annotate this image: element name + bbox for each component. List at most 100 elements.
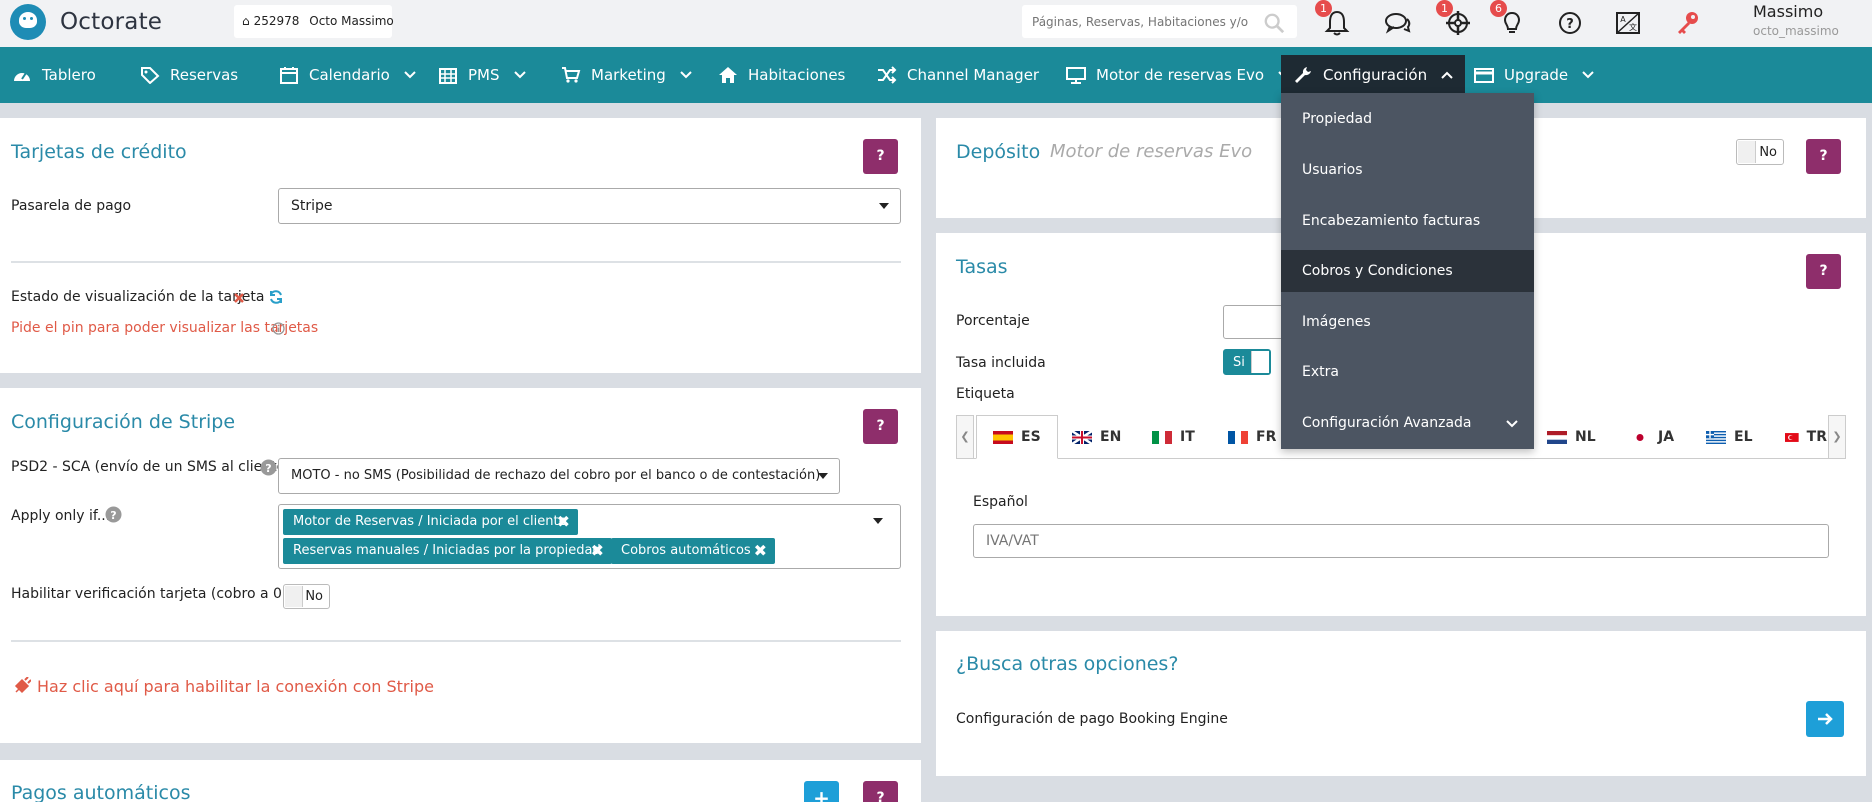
arrow-right-icon	[1818, 713, 1833, 725]
taxes-help-button[interactable]: ?	[1806, 254, 1841, 289]
apply-tag-auto[interactable]: Cobros automáticos ✖	[611, 538, 775, 564]
nav-calendario[interactable]: Calendario	[279, 47, 416, 103]
percentage-label: Porcentaje	[956, 313, 1030, 329]
stripe-config-title: Configuración de Stripe	[11, 411, 236, 433]
add-payment-button[interactable]: +	[804, 781, 839, 802]
divider	[11, 261, 901, 263]
tab-ja[interactable]: JA	[1630, 415, 1674, 459]
gateway-select[interactable]: Stripe	[278, 188, 901, 224]
translate-icon: A文	[1616, 12, 1640, 34]
deposit-toggle[interactable]: No	[1736, 139, 1784, 165]
deposit-toggle-value: No	[1759, 145, 1777, 160]
credit-cards-help-button[interactable]: ?	[863, 139, 898, 174]
menu-item-propiedad[interactable]: Propiedad	[1281, 98, 1534, 140]
search-icon[interactable]	[1263, 12, 1285, 34]
verify-card-toggle[interactable]: No	[283, 584, 330, 609]
svg-text:?: ?	[265, 462, 271, 475]
chevron-down-icon	[1506, 420, 1518, 428]
nav-habitaciones-label: Habitaciones	[748, 66, 846, 84]
tab-es[interactable]: ES	[976, 415, 1058, 459]
apply-tag-label: Motor de Reservas / Iniciada por el clie…	[293, 514, 567, 529]
nav-channel-manager[interactable]: Channel Manager	[877, 47, 1039, 103]
nav-pms[interactable]: PMS	[438, 47, 526, 103]
remove-tag-icon[interactable]: ✖	[557, 509, 570, 535]
octorate-logo[interactable]	[10, 4, 46, 40]
nav-calendario-label: Calendario	[309, 66, 390, 84]
stripe-help-button[interactable]: ?	[863, 409, 898, 444]
nav-configuracion-label: Configuración	[1323, 66, 1428, 84]
booking-engine-payment-button[interactable]	[1806, 701, 1844, 737]
apply-tag-manual[interactable]: Reservas manuales / Iniciadas por la pro…	[283, 538, 612, 564]
nav-tablero[interactable]: Tablero	[12, 47, 96, 103]
tabs-scroll-left-button[interactable]: ❮	[956, 415, 974, 459]
question-circle-icon[interactable]: ?	[260, 459, 277, 476]
nav-configuracion[interactable]: Configuración	[1281, 55, 1466, 95]
support-badge: 1	[1436, 0, 1453, 17]
tab-en[interactable]: EN	[1072, 415, 1121, 459]
svg-text:文: 文	[1629, 22, 1637, 32]
chevron-up-icon	[1441, 71, 1453, 79]
language-button[interactable]: A文	[1613, 8, 1643, 38]
menu-item-encabezamiento-facturas[interactable]: Encabezamiento facturas	[1281, 200, 1534, 242]
tab-el[interactable]: EL	[1706, 415, 1752, 459]
more-options-title: ¿Busca otras opciones?	[956, 653, 1179, 675]
wrench-icon	[1295, 67, 1311, 83]
ideas-badge: 6	[1490, 0, 1507, 17]
refresh-icon[interactable]	[268, 289, 284, 305]
apply-only-if-multiselect[interactable]: Motor de Reservas / Iniciada por el clie…	[278, 504, 901, 569]
remove-tag-icon[interactable]: ✖	[754, 538, 767, 564]
deposit-help-button[interactable]: ?	[1806, 139, 1841, 174]
top-bar: Octorate ⌂252978 Octo Massimo 1 1 6 ? A文…	[0, 0, 1872, 47]
configuracion-dropdown-menu: Propiedad Usuarios Encabezamiento factur…	[1281, 93, 1534, 449]
apply-tag-booking-engine[interactable]: Motor de Reservas / Iniciada por el clie…	[283, 509, 578, 535]
brand-name: Octorate	[60, 9, 163, 35]
menu-item-imagenes[interactable]: Imágenes	[1281, 301, 1534, 343]
apply-tag-label: Cobros automáticos	[621, 543, 751, 558]
nav-pms-label: PMS	[468, 66, 500, 84]
messages-button[interactable]	[1383, 8, 1413, 38]
key-button[interactable]	[1673, 8, 1703, 38]
tab-it[interactable]: IT	[1152, 415, 1195, 459]
help-button[interactable]: ?	[1555, 8, 1585, 38]
tax-label-input[interactable]	[973, 524, 1829, 558]
toggle-knob	[1738, 141, 1756, 163]
nav-habitaciones[interactable]: Habitaciones	[718, 47, 845, 103]
auto-payments-help-button[interactable]: ?	[863, 781, 898, 802]
chevron-down-icon	[404, 71, 416, 79]
nav-motor-reservas[interactable]: Motor de reservas Evo	[1066, 47, 1290, 103]
user-menu[interactable]: Massimo octo_massimo	[1753, 2, 1839, 38]
ideas-button[interactable]: 6	[1490, 0, 1527, 38]
question-circle-icon[interactable]: ?	[105, 506, 122, 523]
chat-icon	[1385, 13, 1411, 34]
tabs-scroll-right-button[interactable]: ❯	[1828, 415, 1846, 459]
shuffle-icon	[878, 66, 897, 84]
language-field-label: Español	[973, 494, 1028, 510]
menu-item-extra[interactable]: Extra	[1281, 351, 1534, 393]
tax-included-toggle[interactable]: Si	[1223, 349, 1271, 375]
psd2-select[interactable]: MOTO - no SMS (Posibilidad de rechazo de…	[278, 458, 840, 494]
flag-fr-icon	[1228, 430, 1248, 444]
chevron-down-icon	[1582, 71, 1594, 79]
menu-item-usuarios[interactable]: Usuarios	[1281, 149, 1534, 191]
menu-item-configuracion-avanzada[interactable]: Configuración Avanzada	[1281, 402, 1534, 444]
flag-tr-icon	[1785, 432, 1799, 442]
verify-card-label: Habilitar verificación tarjeta (cobro a …	[11, 586, 288, 602]
tag-icon	[141, 67, 160, 84]
main-nav: Tablero Reservas Calendario PMS Marketin…	[0, 47, 1872, 103]
menu-item-cobros-condiciones[interactable]: Cobros y Condiciones	[1281, 250, 1534, 292]
nav-marketing[interactable]: Marketing	[561, 47, 692, 103]
support-button[interactable]: 1	[1436, 0, 1473, 38]
remove-tag-icon[interactable]: ✖	[591, 538, 604, 564]
tab-tr[interactable]: TR	[1785, 415, 1827, 459]
info-icon[interactable]	[272, 322, 285, 335]
toggle-knob	[285, 586, 303, 607]
search-input[interactable]	[1022, 5, 1252, 38]
enable-stripe-link[interactable]: Haz clic aquí para habilitar la conexión…	[37, 677, 434, 696]
property-selector[interactable]: ⌂ 252978 Octo Massimo	[234, 5, 394, 38]
tab-fr[interactable]: FR	[1228, 415, 1276, 459]
notifications-button[interactable]: 1	[1315, 0, 1352, 38]
tab-nl[interactable]: NL	[1547, 415, 1596, 459]
nav-reservas[interactable]: Reservas	[140, 47, 238, 103]
user-login: octo_massimo	[1753, 24, 1839, 38]
card-display-state-label: Estado de visualización de la tarjeta	[11, 289, 265, 305]
